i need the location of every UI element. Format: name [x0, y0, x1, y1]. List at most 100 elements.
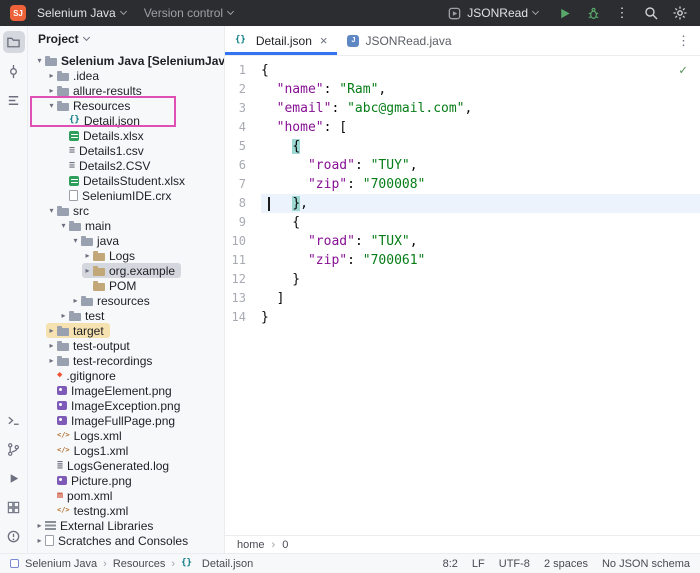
tree-row[interactable]: DetailsStudent.xlsx — [28, 173, 224, 188]
code-line[interactable]: 2 "name": "Ram", — [225, 80, 700, 99]
settings-button[interactable] — [670, 3, 690, 23]
tree-row-content[interactable]: ▸test — [58, 308, 110, 323]
chevron-right-icon[interactable]: ▸ — [70, 296, 81, 305]
editor-options-icon[interactable]: ⋮ — [667, 26, 700, 55]
tree-row[interactable]: ▸test-recordings — [28, 353, 224, 368]
tree-row-content[interactable]: ▾src — [46, 203, 95, 218]
problems-icon[interactable] — [3, 525, 25, 547]
project-widget[interactable]: Selenium Java — [30, 4, 133, 22]
code-line[interactable]: 8 }, — [225, 194, 700, 213]
code-editor[interactable]: 1{2 "name": "Ram",3 "email": "abc@gmail.… — [225, 56, 700, 535]
chevron-right-icon[interactable]: ▸ — [46, 86, 57, 95]
code-line[interactable]: 3 "email": "abc@gmail.com", — [225, 99, 700, 118]
tree-row-content[interactable]: {}Detail.json — [58, 113, 146, 128]
run-icon[interactable] — [3, 467, 25, 489]
chevron-right-icon[interactable]: ▸ — [46, 71, 57, 80]
tree-row[interactable]: ImageException.png — [28, 398, 224, 413]
status-item[interactable]: LF — [472, 558, 485, 570]
tree-row-content[interactable]: mpom.xml — [46, 488, 118, 503]
tree-row[interactable]: ▸resources — [28, 293, 224, 308]
line-number[interactable]: 8 — [225, 194, 261, 213]
tree-row-content[interactable]: ≣LogsGenerated.log — [46, 458, 175, 473]
tree-row-content[interactable]: ≡Details1.csv — [58, 143, 150, 158]
tree-row-content[interactable]: ≡Details2.CSV — [58, 158, 156, 173]
chevron-right-icon[interactable]: ▸ — [58, 311, 69, 320]
inspections-ok-icon[interactable]: ✓ — [679, 61, 687, 80]
chevron-right-icon[interactable]: ▸ — [34, 521, 45, 530]
tree-row[interactable]: ▾Resources — [28, 98, 224, 113]
tree-row[interactable]: {}Detail.json — [28, 113, 224, 128]
tree-row-content[interactable]: POM — [82, 278, 142, 293]
code-line[interactable]: 10 "road": "TUX", — [225, 232, 700, 251]
status-breadcrumb[interactable]: Selenium Java — [25, 558, 97, 570]
line-number[interactable]: 5 — [225, 137, 261, 156]
search-everywhere-button[interactable] — [641, 3, 661, 23]
project-icon[interactable] — [3, 31, 25, 53]
tree-row[interactable]: ≡Details2.CSV — [28, 158, 224, 173]
chevron-right-icon[interactable]: ▸ — [82, 266, 93, 275]
code-line[interactable]: 9 { — [225, 213, 700, 232]
tab-jsonread-java[interactable]: J JSONRead.java — [337, 26, 461, 55]
tree-row[interactable]: ImageElement.png — [28, 383, 224, 398]
tree-row-content[interactable]: ▸External Libraries — [34, 518, 159, 533]
line-number[interactable]: 10 — [225, 232, 261, 251]
chevron-right-icon[interactable]: ▸ — [34, 536, 45, 545]
line-number[interactable]: 6 — [225, 156, 261, 175]
tree-row-content[interactable]: Details.xlsx — [58, 128, 150, 143]
tree-row[interactable]: ≡Details1.csv — [28, 143, 224, 158]
tree-row[interactable]: ▸Scratches and Consoles — [28, 533, 224, 548]
code-line[interactable]: 11 "zip": "700061" — [225, 251, 700, 270]
tree-row-content[interactable]: ▸test-output — [46, 338, 136, 353]
code-line[interactable]: 12 } — [225, 270, 700, 289]
chevron-down-icon[interactable]: ▾ — [34, 56, 45, 65]
tree-row[interactable]: ▸org.example — [28, 263, 224, 278]
line-number[interactable]: 9 — [225, 213, 261, 232]
tree-row[interactable]: </>Logs1.xml — [28, 443, 224, 458]
line-number[interactable]: 7 — [225, 175, 261, 194]
line-number[interactable]: 11 — [225, 251, 261, 270]
terminal-icon[interactable] — [3, 409, 25, 431]
tree-row[interactable]: ▸External Libraries — [28, 518, 224, 533]
tree-row[interactable]: ▸allure-results — [28, 83, 224, 98]
line-number[interactable]: 13 — [225, 289, 261, 308]
tree-row-content[interactable]: ▸.idea — [46, 68, 105, 83]
tree-row[interactable]: ▾src — [28, 203, 224, 218]
tree-row-content[interactable]: ▸Scratches and Consoles — [34, 533, 194, 548]
tree-row-content[interactable]: ▸Logs — [82, 248, 141, 263]
tree-row[interactable]: ▸target — [28, 323, 224, 338]
tree-row[interactable]: </>testng.xml — [28, 503, 224, 518]
tree-row-content[interactable]: ▸target — [46, 323, 110, 338]
chevron-down-icon[interactable]: ▾ — [70, 236, 81, 245]
close-icon[interactable]: × — [320, 33, 328, 48]
tree-row-content[interactable]: ▾java — [70, 233, 125, 248]
code-line[interactable]: 14} — [225, 308, 700, 327]
status-item[interactable]: No JSON schema — [602, 558, 690, 570]
git-icon[interactable] — [3, 438, 25, 460]
line-number[interactable]: 14 — [225, 308, 261, 327]
tree-row[interactable]: ▾java — [28, 233, 224, 248]
tree-row-content[interactable]: DetailsStudent.xlsx — [58, 173, 191, 188]
tree-row[interactable]: ImageFullPage.png — [28, 413, 224, 428]
line-number[interactable]: 1 — [225, 61, 261, 80]
tree-row-content[interactable]: ▾Selenium Java [SeleniumJava]~/IdeaProje — [34, 53, 224, 68]
tab-detail-json[interactable]: {} Detail.json × — [225, 26, 337, 55]
tree-row[interactable]: ▸test-output — [28, 338, 224, 353]
chevron-down-icon[interactable]: ▾ — [46, 101, 57, 110]
tree-row[interactable]: ▾Selenium Java [SeleniumJava]~/IdeaProje — [28, 53, 224, 68]
code-line[interactable]: 5 { — [225, 137, 700, 156]
breadcrumb-item[interactable]: 0 — [282, 539, 288, 551]
tree-row-content[interactable]: ▸org.example — [82, 263, 181, 278]
run-config-widget[interactable]: JSONRead — [440, 4, 545, 23]
code-line[interactable]: 4 "home": [ — [225, 118, 700, 137]
status-breadcrumb[interactable]: Resources — [113, 558, 166, 570]
code-line[interactable]: 7 "zip": "700008" — [225, 175, 700, 194]
chevron-right-icon[interactable]: ▸ — [46, 341, 57, 350]
tree-row[interactable]: mpom.xml — [28, 488, 224, 503]
line-number[interactable]: 2 — [225, 80, 261, 99]
tree-row-content[interactable]: ◆.gitignore — [46, 368, 122, 383]
code-line[interactable]: 6 "road": "TUY", — [225, 156, 700, 175]
tree-row[interactable]: SeleniumIDE.crx — [28, 188, 224, 203]
chevron-down-icon[interactable]: ▾ — [46, 206, 57, 215]
tree-row[interactable]: ▸test — [28, 308, 224, 323]
tree-row-content[interactable]: ▸allure-results — [46, 83, 148, 98]
